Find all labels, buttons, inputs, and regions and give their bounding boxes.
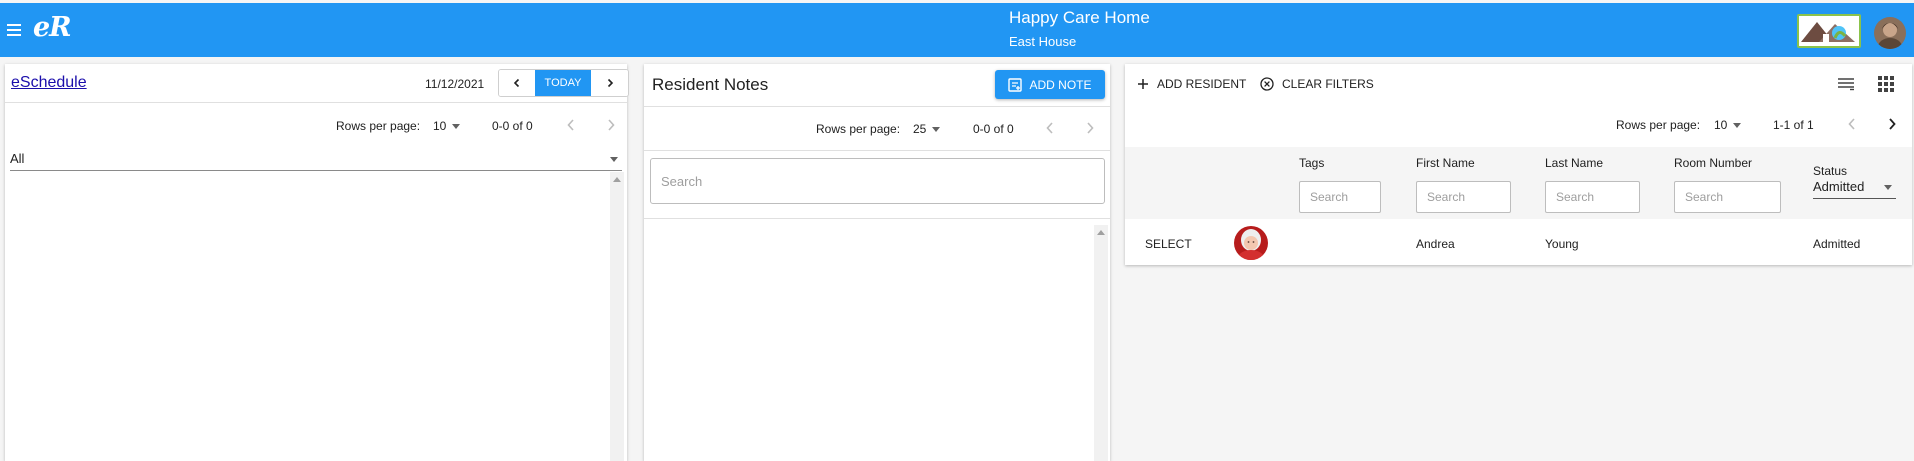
next-page-button[interactable] <box>1886 117 1898 131</box>
schedule-panel: eSchedule 11/12/2021 TODAY Rows per page… <box>5 64 629 461</box>
select-resident-button[interactable]: SELECT <box>1145 237 1192 251</box>
pagination-range: 1-1 of 1 <box>1773 118 1814 132</box>
pagination-range: 0-0 of 0 <box>973 122 1014 136</box>
residents-panel: ADD RESIDENT CLEAR FILTERS Rows per page… <box>1125 64 1912 265</box>
clear-circle-icon <box>1260 77 1274 91</box>
app-logo[interactable]: eR <box>33 12 72 43</box>
schedule-scrollbar[interactable] <box>610 172 624 461</box>
rows-per-page-select[interactable]: 25 <box>913 122 941 136</box>
rows-per-page-select[interactable]: 10 <box>433 119 461 133</box>
next-day-button[interactable] <box>591 70 628 96</box>
column-header-tags[interactable]: Tags <box>1299 156 1324 170</box>
care-home-name: Happy Care Home <box>1009 8 1150 27</box>
room-number-filter-input[interactable] <box>1675 182 1780 212</box>
eschedule-link[interactable]: eSchedule <box>11 74 87 92</box>
residents-filter-header: Tags First Name Last Name Room Number St… <box>1125 147 1912 219</box>
previous-day-button[interactable] <box>499 70 535 96</box>
clear-filters-button[interactable]: CLEAR FILTERS <box>1260 74 1374 94</box>
day-navigator: TODAY <box>498 69 629 97</box>
today-button[interactable]: TODAY <box>535 70 591 96</box>
user-avatar[interactable] <box>1874 17 1906 49</box>
notes-scrollbar[interactable] <box>1094 225 1108 461</box>
scroll-up-icon[interactable] <box>613 177 621 182</box>
status-filter-value: Admitted <box>1813 179 1865 194</box>
rows-per-page-value: 10 <box>1714 118 1728 132</box>
last-name-filter-field[interactable] <box>1545 181 1640 213</box>
schedule-date: 11/12/2021 <box>425 77 485 91</box>
list-view-icon[interactable] <box>1837 75 1855 93</box>
rows-per-page-label: Rows per page: <box>336 119 421 133</box>
tags-filter-input[interactable] <box>1300 182 1380 212</box>
caret-down-icon <box>610 157 618 162</box>
add-note-icon <box>1008 77 1023 92</box>
add-note-button[interactable]: ADD NOTE <box>995 70 1105 99</box>
app-header: eR Happy Care Home East House <box>0 3 1914 57</box>
caret-down-icon <box>1884 185 1892 190</box>
first-name-filter-input[interactable] <box>1417 182 1510 212</box>
add-note-label: ADD NOTE <box>1029 77 1092 92</box>
add-resident-button[interactable]: ADD RESIDENT <box>1137 74 1246 94</box>
chevron-left-icon <box>1046 122 1053 134</box>
table-row[interactable]: SELECT Andrea Young Admitted <box>1125 219 1912 265</box>
room-number-filter-field[interactable] <box>1674 181 1781 213</box>
schedule-filter-value: All <box>10 151 25 166</box>
divider <box>644 150 1110 151</box>
next-page-button[interactable] <box>605 118 617 132</box>
chevron-right-icon <box>607 78 613 88</box>
chevron-left-icon <box>567 119 574 131</box>
first-name-filter-field[interactable] <box>1416 181 1511 213</box>
previous-page-button[interactable] <box>1044 121 1056 135</box>
column-header-last-name[interactable]: Last Name <box>1545 156 1603 170</box>
notes-title: Resident Notes <box>652 75 769 94</box>
chevron-right-icon <box>1889 118 1896 130</box>
rows-per-page-label: Rows per page: <box>1616 118 1701 132</box>
pagination-range: 0-0 of 0 <box>492 119 533 133</box>
scroll-up-icon[interactable] <box>1097 230 1105 235</box>
column-header-status[interactable]: Status <box>1813 164 1847 178</box>
resident-first-name: Andrea <box>1416 237 1455 251</box>
chevron-right-icon <box>1087 122 1094 134</box>
column-header-first-name[interactable]: First Name <box>1416 156 1475 170</box>
resident-avatar <box>1234 226 1268 260</box>
notes-panel: Resident Notes ADD NOTE Rows per page: 2… <box>644 64 1110 461</box>
plus-icon <box>1138 79 1148 89</box>
rows-per-page-select[interactable]: 10 <box>1714 118 1742 132</box>
previous-page-button[interactable] <box>1846 117 1858 131</box>
rows-per-page-value: 25 <box>913 122 927 136</box>
grid-view-icon[interactable] <box>1877 75 1895 93</box>
previous-page-button[interactable] <box>565 118 577 132</box>
resident-status: Admitted <box>1813 237 1861 251</box>
schedule-filter-select[interactable]: All <box>10 148 622 171</box>
house-name: East House <box>1009 34 1077 49</box>
status-filter-select[interactable]: Admitted <box>1813 177 1896 199</box>
tags-filter-field[interactable] <box>1299 181 1381 213</box>
last-name-filter-input[interactable] <box>1546 182 1639 212</box>
divider <box>644 106 1110 107</box>
chevron-left-icon <box>1848 118 1855 130</box>
chevron-left-icon <box>513 78 520 88</box>
caret-down-icon <box>1733 123 1742 129</box>
next-page-button[interactable] <box>1084 121 1096 135</box>
notes-search-input[interactable] <box>651 159 1104 203</box>
menu-icon[interactable] <box>7 23 23 37</box>
divider <box>644 218 1110 219</box>
caret-down-icon <box>932 127 941 133</box>
column-header-room-number[interactable]: Room Number <box>1674 156 1752 170</box>
caret-down-icon <box>452 124 461 130</box>
divider <box>5 102 627 103</box>
rows-per-page-value: 10 <box>433 119 447 133</box>
brand-logo <box>1797 14 1861 48</box>
chevron-right-icon <box>608 119 615 131</box>
resident-last-name: Young <box>1545 237 1579 251</box>
notes-search-field[interactable] <box>650 158 1105 204</box>
add-resident-label: ADD RESIDENT <box>1157 77 1247 91</box>
clear-filters-label: CLEAR FILTERS <box>1282 77 1374 91</box>
rows-per-page-label: Rows per page: <box>816 122 901 136</box>
